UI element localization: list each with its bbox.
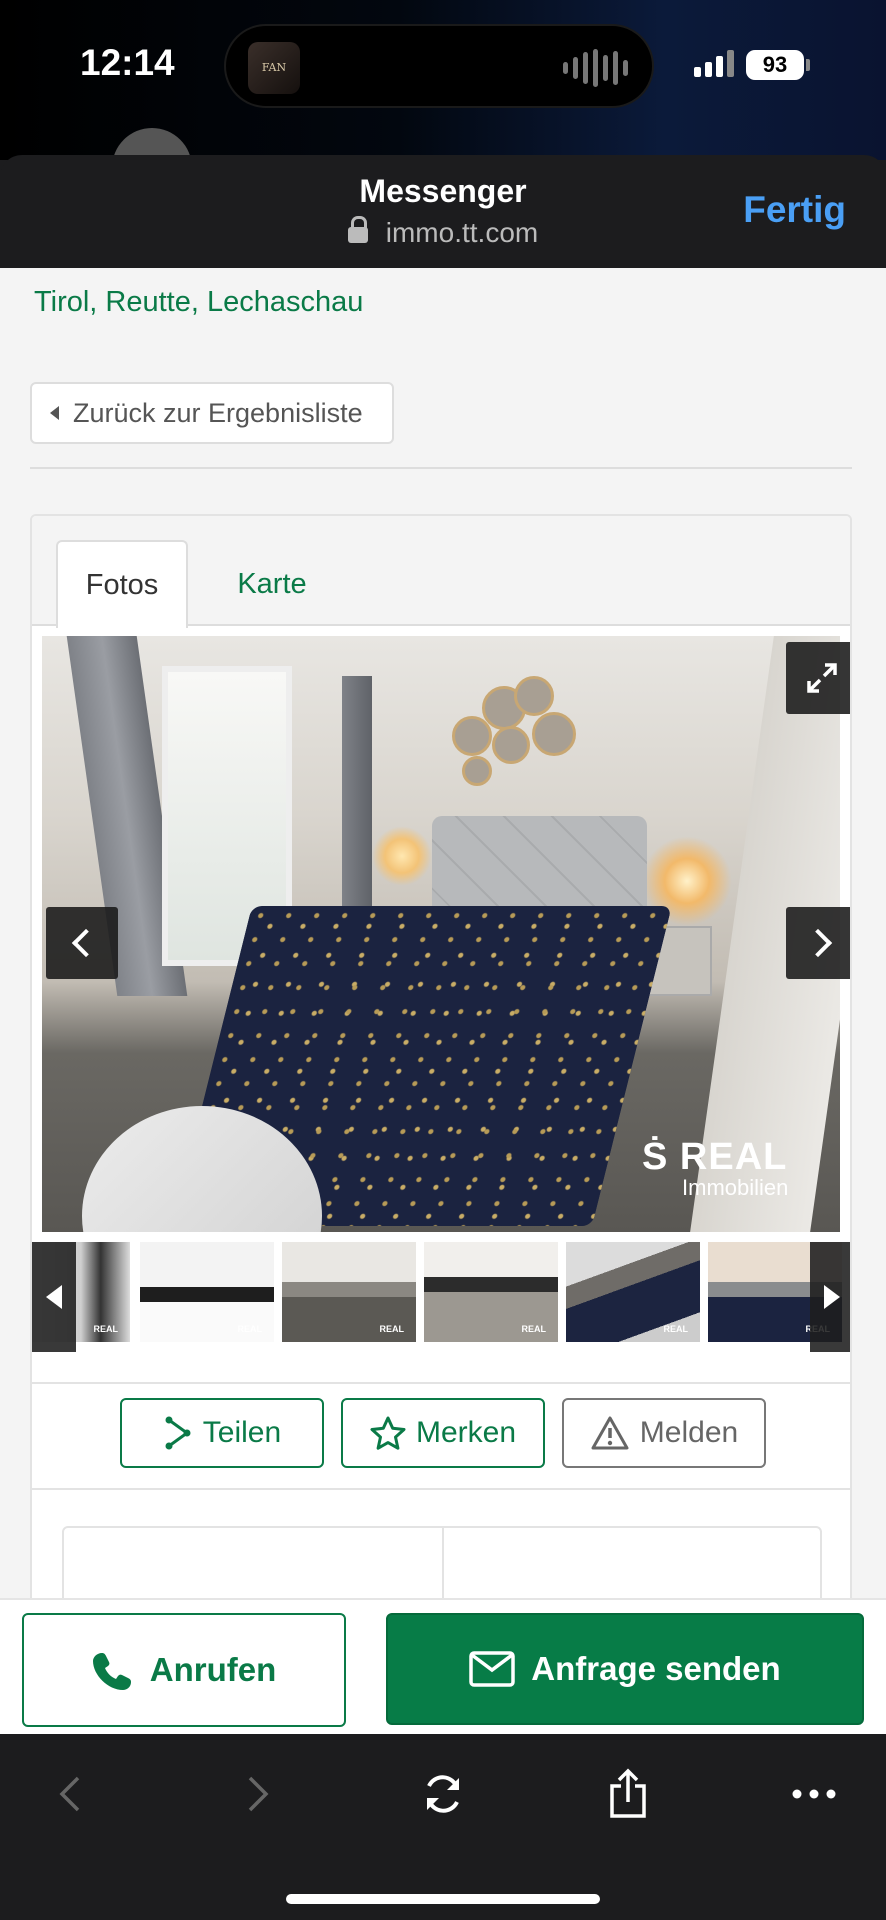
report-label: Melden: [639, 1416, 739, 1449]
share-icon: [610, 1768, 646, 1818]
share-sheet-button[interactable]: [598, 1764, 658, 1824]
triangle-right-icon: [824, 1285, 840, 1309]
divider: [32, 1382, 850, 1384]
photo-watermark: Ṡ REAL Immobilien: [642, 1136, 788, 1201]
sparkasse-s-icon: Ṡ: [642, 1136, 669, 1178]
thumbnail[interactable]: [140, 1242, 274, 1342]
phone-icon: [92, 1653, 131, 1690]
photo-wall-decor: [452, 676, 582, 786]
done-button[interactable]: Fertig: [743, 189, 846, 231]
main-photo[interactable]: Ṡ REAL Immobilien: [42, 636, 840, 1232]
send-inquiry-button[interactable]: Anfrage senden: [386, 1613, 864, 1725]
now-playing-artwork: FAN: [248, 42, 300, 94]
media-tabs: Fotos Karte: [32, 516, 850, 628]
reload-icon: [427, 1775, 459, 1813]
report-button[interactable]: Melden: [562, 1398, 766, 1468]
thumbnail-strip: [32, 1242, 850, 1352]
battery-indicator: 93: [746, 50, 804, 80]
dynamic-island[interactable]: FAN: [224, 24, 654, 108]
stats-divider: [442, 1528, 444, 1598]
call-label: Anrufen: [149, 1651, 277, 1688]
media-card: Fotos Karte Ṡ REAL Immobilien REAL REAL …: [30, 514, 852, 1598]
more-icon: [792, 1789, 836, 1799]
thumbnails-next-button[interactable]: [810, 1242, 850, 1352]
divider: [32, 1488, 850, 1490]
tab-map[interactable]: Karte: [202, 540, 342, 628]
fullscreen-button[interactable]: [786, 642, 850, 714]
contact-bar: Anrufen Anfrage senden: [0, 1598, 886, 1734]
expand-icon: [807, 663, 837, 693]
save-button[interactable]: Merken: [341, 1398, 545, 1468]
share-icon: [165, 1416, 191, 1450]
status-time: 12:14: [80, 42, 175, 83]
back-to-results-label: Zurück zur Ergebnisliste: [73, 397, 363, 428]
thumbnails-prev-button[interactable]: [32, 1242, 76, 1352]
forward-button[interactable]: [228, 1764, 288, 1824]
thumbnail[interactable]: [424, 1242, 558, 1342]
more-button[interactable]: [784, 1764, 844, 1824]
warning-icon: [591, 1416, 629, 1450]
triangle-left-icon: [46, 1285, 62, 1309]
share-label: Teilen: [202, 1416, 282, 1449]
watermark-sub: Immobilien: [682, 1175, 789, 1200]
audio-waveform-icon: [563, 48, 628, 88]
cellular-signal-icon: [694, 50, 734, 77]
battery-tip: [806, 59, 810, 71]
browser-toolbar: [0, 1734, 886, 1920]
previous-photo-button[interactable]: [46, 907, 118, 979]
watermark-main: REAL: [679, 1136, 788, 1178]
home-indicator[interactable]: [286, 1894, 600, 1904]
mail-icon: [469, 1651, 516, 1687]
listing-location: Tirol, Reutte, Lechaschau: [34, 286, 364, 318]
caret-left-icon: [50, 406, 59, 420]
in-app-browser-header: Messenger immo.tt.com Fertig: [0, 155, 886, 268]
send-inquiry-label: Anfrage senden: [531, 1650, 781, 1687]
back-icon: [59, 1776, 80, 1812]
reload-button[interactable]: [413, 1764, 473, 1824]
next-photo-button[interactable]: [786, 907, 850, 979]
call-button[interactable]: Anrufen: [22, 1613, 346, 1727]
thumbnail[interactable]: [282, 1242, 416, 1342]
back-to-results-button[interactable]: Zurück zur Ergebnisliste: [30, 382, 394, 444]
page-content: Tirol, Reutte, Lechaschau Zurück zur Erg…: [0, 268, 886, 1598]
chevron-right-icon: [803, 928, 833, 958]
key-facts-box: [62, 1526, 822, 1598]
back-button[interactable]: [40, 1764, 100, 1824]
chevron-left-icon: [71, 928, 101, 958]
tab-photos[interactable]: Fotos: [56, 540, 188, 628]
status-bar: 12:14 FAN 93: [0, 0, 886, 188]
url-text: immo.tt.com: [385, 217, 539, 248]
share-button[interactable]: Teilen: [120, 1398, 324, 1468]
thumbnail[interactable]: [566, 1242, 700, 1342]
photo-lamp-left: [372, 826, 432, 886]
star-icon: [370, 1416, 406, 1450]
forward-icon: [248, 1776, 269, 1812]
lock-icon: [347, 216, 368, 243]
save-label: Merken: [415, 1416, 517, 1449]
divider: [30, 467, 852, 469]
